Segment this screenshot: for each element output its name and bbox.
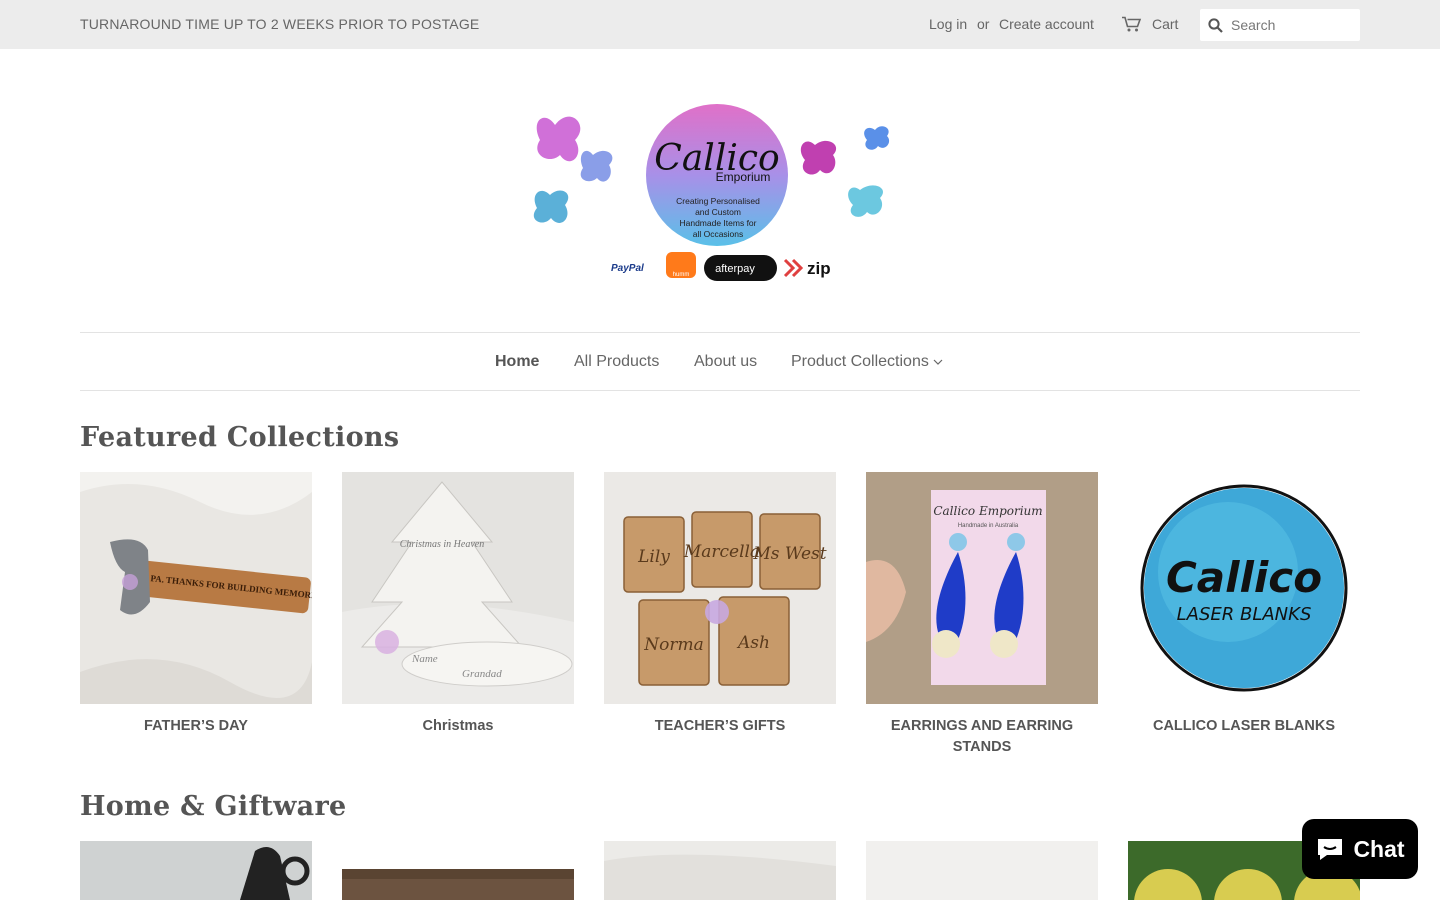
- logo-tagline-3: Handmade Items for: [679, 218, 756, 228]
- logo-sub: Emporium: [716, 170, 771, 184]
- afterpay-label: afterpay: [715, 263, 755, 275]
- chat-bubble-icon: [1318, 839, 1343, 860]
- teacher-name-3: Ms West: [752, 544, 826, 564]
- create-account-link[interactable]: Create account: [999, 16, 1094, 32]
- product-image[interactable]: [604, 841, 836, 900]
- nav-home[interactable]: Home: [495, 353, 539, 371]
- search-input[interactable]: [1231, 17, 1351, 33]
- chat-label: Chat: [1353, 835, 1405, 862]
- login-link[interactable]: Log in: [929, 16, 967, 32]
- logo-tagline-2: and Custom: [695, 207, 741, 217]
- collection-image-laser-blanks[interactable]: Callico LASER BLANKS: [1128, 472, 1360, 704]
- zip-label: zip: [807, 259, 831, 278]
- collection-card-earrings[interactable]: Callico Emporium Handmade in Australia E…: [866, 472, 1098, 758]
- christmas-engraving: Christmas in Heaven: [400, 539, 484, 550]
- collection-label[interactable]: TEACHER’S GIFTS: [604, 716, 836, 737]
- product-image[interactable]: [866, 841, 1098, 900]
- collection-label[interactable]: CALLICO LASER BLANKS: [1128, 716, 1360, 737]
- collection-image-christmas[interactable]: Christmas in Heaven Name Grandad: [342, 472, 574, 704]
- nav-product-collections[interactable]: Product Collections: [791, 353, 943, 371]
- or-text: or: [977, 16, 990, 32]
- laser-blanks-logo-main: Callico: [1166, 553, 1322, 602]
- laser-blanks-logo-sub: LASER BLANKS: [1177, 604, 1312, 625]
- collection-card-laser-blanks[interactable]: Callico LASER BLANKS CALLICO LASER BLANK…: [1128, 472, 1360, 737]
- zip-icon: [783, 258, 804, 278]
- teacher-name-5: Ash: [736, 633, 770, 653]
- earring-card-sub: Handmade in Australia: [958, 523, 1019, 529]
- home-giftware-title: Home & Giftware: [80, 791, 347, 822]
- teacher-name-2: Marcella: [683, 542, 760, 562]
- logo-tagline-1: Creating Personalised: [676, 196, 760, 206]
- store-logo[interactable]: Callico Emporium Creating Personalised a…: [515, 100, 915, 285]
- teacher-name-1: Lily: [637, 547, 670, 567]
- cart-label: Cart: [1152, 16, 1179, 32]
- humm-label: humm: [673, 272, 690, 278]
- cart-link[interactable]: Cart: [1122, 14, 1178, 34]
- nav-all-products[interactable]: All Products: [574, 353, 659, 371]
- logo-tagline-4: all Occasions: [693, 229, 744, 239]
- collection-image-teachers-gifts[interactable]: Lily Marcella Ms West Norma Ash: [604, 472, 836, 704]
- main-nav: Home All Products About us Product Colle…: [80, 332, 1360, 391]
- chevron-down-icon: [933, 359, 943, 365]
- announcement-text: TURNAROUND TIME UP TO 2 WEEKS PRIOR TO P…: [80, 16, 480, 32]
- paypal-badge: PayPal: [611, 263, 644, 274]
- collection-image-earrings[interactable]: Callico Emporium Handmade in Australia: [866, 472, 1098, 704]
- featured-collections-title: Featured Collections: [80, 422, 400, 453]
- earring-card-title: Callico Emporium: [933, 504, 1042, 518]
- search-box: [1200, 9, 1360, 41]
- collection-label[interactable]: FATHER’S DAY: [80, 716, 312, 737]
- product-image[interactable]: [342, 869, 574, 900]
- teacher-name-4: Norma: [643, 635, 704, 655]
- nav-product-collections-label: Product Collections: [791, 353, 929, 370]
- product-image[interactable]: [80, 841, 312, 900]
- cart-icon: [1122, 16, 1142, 32]
- collection-label[interactable]: EARRINGS AND EARRING STANDS: [866, 716, 1098, 758]
- collection-card-christmas[interactable]: Christmas in Heaven Name Grandad Christm…: [342, 472, 574, 737]
- collection-image-fathers-day[interactable]: PA. THANKS FOR BUILDING MEMORIES WITH US: [80, 472, 312, 704]
- collection-card-fathers-day[interactable]: PA. THANKS FOR BUILDING MEMORIES WITH US…: [80, 472, 312, 737]
- collection-card-teachers-gifts[interactable]: Lily Marcella Ms West Norma Ash TEACHER’…: [604, 472, 836, 737]
- announcement-bar: TURNAROUND TIME UP TO 2 WEEKS PRIOR TO P…: [0, 0, 1440, 49]
- chat-button[interactable]: Chat: [1302, 819, 1418, 879]
- christmas-name: Name: [411, 653, 438, 665]
- search-icon[interactable]: [1208, 17, 1223, 33]
- nav-about-us[interactable]: About us: [694, 353, 757, 371]
- collection-label[interactable]: Christmas: [342, 716, 574, 737]
- christmas-grandad: Grandad: [462, 668, 502, 680]
